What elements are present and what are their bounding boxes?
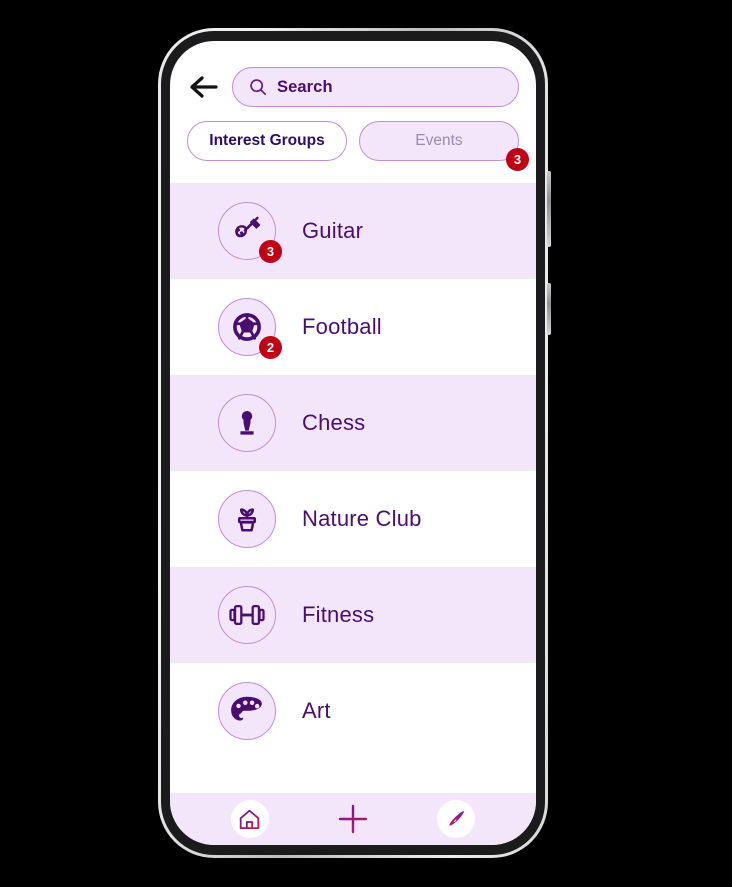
- guitar-icon: [235, 216, 261, 238]
- potted-plant-icon: [237, 508, 257, 532]
- list-item-nature-club-label: Nature Club: [302, 506, 422, 531]
- list-item-football-label: Football: [302, 314, 382, 339]
- bottom-navigation-bar: [170, 793, 536, 845]
- phone-screen: Search Interest Groups Events 3 3 Guitar…: [170, 41, 536, 845]
- chess-icon-wrap: [218, 394, 276, 452]
- search-placeholder: Search: [277, 77, 333, 96]
- power-button[interactable]: [547, 283, 551, 335]
- list-item-guitar-label: Guitar: [302, 218, 364, 243]
- home-icon: [239, 809, 260, 829]
- nature-icon-wrap: [218, 490, 276, 548]
- art-icon-wrap: [218, 682, 276, 740]
- compass-icon: [449, 811, 465, 826]
- tab-interest-groups[interactable]: Interest Groups: [187, 121, 347, 161]
- list-item-art[interactable]: Art: [170, 663, 536, 759]
- nav-home-button[interactable]: [230, 800, 269, 838]
- fitness-icon-wrap: [218, 586, 276, 644]
- back-button[interactable]: [187, 70, 221, 104]
- phone-frame: Search Interest Groups Events 3 3 Guitar…: [158, 28, 551, 858]
- nav-add-button[interactable]: [334, 800, 372, 838]
- search-icon: [250, 79, 267, 96]
- list-item-art-label: Art: [302, 698, 331, 723]
- top-bar: Search: [170, 41, 536, 107]
- chess-icon-circle: [218, 394, 276, 452]
- list-item-chess-label: Chess: [302, 410, 366, 435]
- list-item-chess[interactable]: Chess: [170, 375, 536, 471]
- list-item-fitness[interactable]: Fitness: [170, 567, 536, 663]
- fitness-icon-circle: [218, 586, 276, 644]
- phone-bezel: Search Interest Groups Events 3 3 Guitar…: [161, 31, 551, 855]
- football-badge: 2: [259, 336, 282, 359]
- list-item-football[interactable]: 2 Football: [170, 279, 536, 375]
- dumbbell-icon: [229, 604, 265, 626]
- plus-icon: [338, 804, 368, 834]
- list-item-guitar[interactable]: 3 Guitar: [170, 183, 536, 279]
- arrow-left-icon: [190, 76, 218, 98]
- art-icon-circle: [218, 682, 276, 740]
- nature-icon-circle: [218, 490, 276, 548]
- interest-group-list: 3 Guitar 2 Football Chess Nature Club Fi…: [170, 183, 536, 793]
- tab-interest-groups-label: Interest Groups: [209, 132, 325, 149]
- tab-events-badge: 3: [506, 148, 529, 171]
- nav-explore-button[interactable]: [437, 800, 476, 838]
- list-item-nature-club[interactable]: Nature Club: [170, 471, 536, 567]
- palette-icon: [231, 696, 262, 721]
- list-item-fitness-label: Fitness: [302, 602, 375, 627]
- football-icon-wrap: 2: [218, 298, 282, 359]
- tab-events-label: Events: [415, 132, 463, 149]
- guitar-icon-wrap: 3: [218, 202, 282, 263]
- tab-events[interactable]: Events 3: [359, 121, 529, 171]
- volume-button[interactable]: [547, 171, 551, 247]
- tab-row: Interest Groups Events 3: [170, 107, 536, 171]
- guitar-badge: 3: [259, 240, 282, 263]
- chess-pawn-icon: [240, 411, 254, 435]
- football-icon: [233, 313, 261, 341]
- search-input[interactable]: Search: [232, 67, 519, 107]
